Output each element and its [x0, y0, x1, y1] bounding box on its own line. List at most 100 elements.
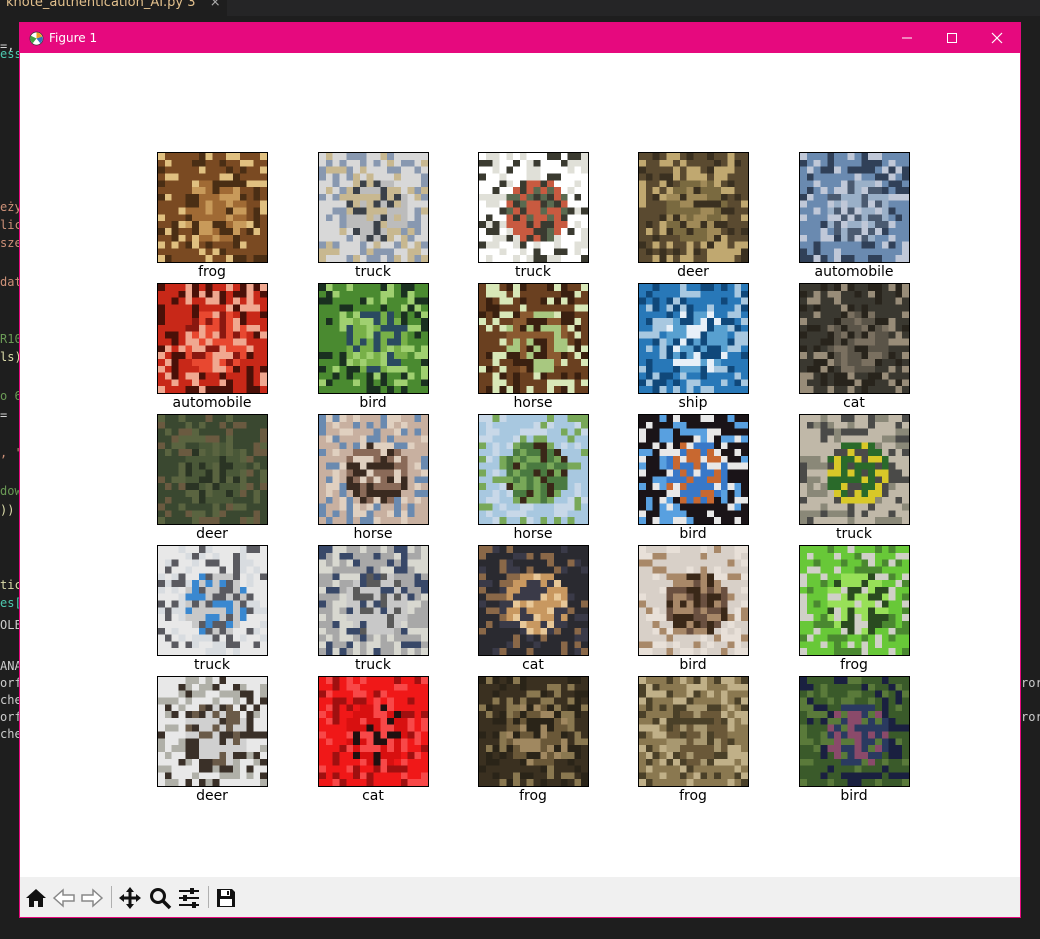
home-button[interactable]	[23, 885, 49, 911]
back-button[interactable]	[51, 885, 77, 911]
image-label: deer	[677, 264, 709, 280]
image-tile	[638, 414, 749, 525]
pixelated-image	[158, 284, 267, 393]
toolbar-separator	[208, 886, 209, 908]
image-label: cat	[522, 657, 544, 673]
image-label: deer	[196, 788, 228, 804]
close-button[interactable]	[974, 23, 1020, 53]
image-tile	[478, 545, 589, 656]
pixelated-image	[639, 415, 748, 524]
figure-window: Figure 1 frog truck truck deer automobile aut…	[19, 22, 1021, 918]
image-tile	[638, 283, 749, 394]
editor-code-line: ANA	[0, 659, 20, 673]
editor-tab-label: knote_authentication_AI.py	[6, 0, 184, 10]
sliders-icon	[179, 888, 199, 908]
pixelated-image	[479, 546, 588, 655]
image-label: frog	[679, 788, 707, 804]
image-tile	[478, 676, 589, 787]
pixelated-image	[158, 415, 267, 524]
image-label: ship	[678, 395, 708, 411]
image-label: cat	[362, 788, 384, 804]
image-label: cat	[843, 395, 865, 411]
pixelated-image	[639, 284, 748, 393]
image-label: truck	[355, 657, 391, 673]
window-title: Figure 1	[49, 31, 98, 45]
close-icon[interactable]: ×	[210, 0, 221, 10]
image-label: automobile	[172, 395, 252, 411]
editor-tab[interactable]: knote_authentication_AI.py 3 ×	[0, 0, 227, 16]
editor-code-line: che	[0, 727, 20, 741]
image-tile	[478, 414, 589, 525]
image-tile	[799, 676, 910, 787]
pixelated-image	[319, 677, 428, 786]
pixelated-image	[800, 284, 909, 393]
editor-code-line: sze	[0, 236, 20, 250]
pixelated-image	[800, 153, 909, 262]
pixelated-image	[479, 284, 588, 393]
image-label: frog	[519, 788, 547, 804]
navigation-toolbar	[20, 877, 1020, 917]
image-tile	[478, 152, 589, 263]
editor-tab-bar: knote_authentication_AI.py 3 ×	[0, 0, 1040, 16]
image-label: bird	[679, 657, 707, 673]
image-tile	[638, 545, 749, 656]
image-label: horse	[353, 526, 393, 542]
image-tile	[157, 152, 268, 263]
pixelated-image	[800, 415, 909, 524]
maximize-button[interactable]	[929, 23, 975, 53]
editor-code-line: R10	[0, 332, 20, 346]
pixelated-image	[479, 677, 588, 786]
save-button[interactable]	[213, 885, 239, 911]
image-label: bird	[359, 395, 387, 411]
minimize-icon	[902, 37, 912, 39]
image-label: truck	[515, 264, 551, 280]
title-bar[interactable]: Figure 1	[20, 23, 1020, 53]
image-label: bird	[679, 526, 707, 542]
pixelated-image	[639, 546, 748, 655]
editor-code-line: OLE	[0, 618, 20, 632]
minimize-button[interactable]	[884, 23, 930, 53]
pixelated-image	[319, 546, 428, 655]
close-icon	[991, 32, 1003, 44]
pixelated-image	[158, 153, 267, 262]
editor-code-line: ))	[0, 503, 15, 517]
image-tile	[638, 152, 749, 263]
pan-button[interactable]	[117, 885, 143, 911]
pixelated-image	[639, 677, 748, 786]
move-icon	[119, 887, 141, 909]
image-tile	[799, 152, 910, 263]
arrow-left-icon	[52, 888, 75, 908]
image-label: frog	[840, 657, 868, 673]
image-tile	[318, 676, 429, 787]
matplotlib-logo-icon	[29, 31, 44, 46]
image-tile	[799, 545, 910, 656]
editor-code-line: lic	[0, 218, 20, 232]
toolbar-separator	[111, 886, 112, 908]
editor-code-line: orf	[0, 676, 20, 690]
image-label: truck	[836, 526, 872, 542]
image-tile	[799, 283, 910, 394]
pixelated-image	[800, 677, 909, 786]
pixelated-image	[800, 546, 909, 655]
image-label: deer	[196, 526, 228, 542]
image-tile	[318, 545, 429, 656]
pixelated-image	[319, 415, 428, 524]
zoom-button[interactable]	[147, 885, 173, 911]
editor-code-line: ror	[1021, 676, 1040, 690]
pixelated-image	[639, 153, 748, 262]
figure-canvas[interactable]: frog truck truck deer automobile automobile bi…	[20, 53, 1020, 877]
home-icon	[26, 889, 46, 907]
editor-code-line: ess	[0, 47, 20, 61]
editor-code-line: es[	[0, 596, 20, 610]
configure-subplots-button[interactable]	[176, 885, 202, 911]
image-tile	[638, 676, 749, 787]
editor-tab-badge: 3	[187, 0, 196, 10]
editor-code-line: o 6	[0, 389, 20, 403]
editor-code-line: ls)	[0, 350, 20, 364]
image-tile	[157, 676, 268, 787]
image-tile	[318, 283, 429, 394]
image-label: horse	[513, 526, 553, 542]
forward-button[interactable]	[79, 885, 105, 911]
image-label: frog	[198, 264, 226, 280]
image-label: horse	[513, 395, 553, 411]
